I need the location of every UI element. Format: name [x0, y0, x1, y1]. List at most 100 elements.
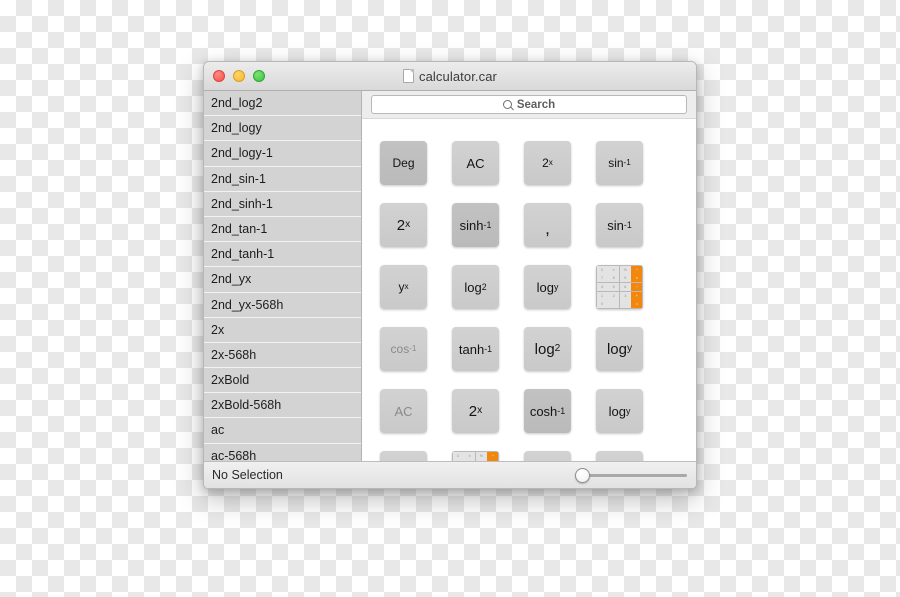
sidebar-item[interactable]: 2x	[204, 317, 361, 343]
asset-cell: C±%÷789×456−123+0.=	[596, 256, 668, 318]
asset-tanh-inv[interactable]: tanh -1	[452, 327, 499, 371]
asset-label: log	[606, 340, 627, 358]
sidebar-item[interactable]: 2xBold	[204, 368, 361, 394]
asset-cell: log y	[596, 380, 668, 442]
sidebar-item[interactable]: ac-568h	[204, 443, 361, 461]
sidebar-list[interactable]: 2nd_log2 2nd_logy 2nd_logy-1 2nd_sin-1 2nd_s…	[204, 91, 362, 461]
asset-cell: log 2	[524, 318, 596, 380]
asset-label: Deg	[392, 156, 415, 170]
keypad-key: 7	[596, 274, 608, 283]
asset-sin-inv[interactable]: sin -1	[596, 141, 643, 185]
asset-deg[interactable]: Deg	[380, 141, 427, 185]
asset-cell: cosh-1	[596, 442, 668, 461]
close-button[interactable]	[213, 70, 225, 82]
keypad-key: −	[631, 282, 643, 292]
asset-sin-inv-2[interactable]: sin -1	[596, 203, 643, 247]
sidebar-item[interactable]: 2x-568h	[204, 342, 361, 369]
window-titlebar: calculator.car	[204, 62, 696, 91]
asset-label: tanh	[458, 341, 485, 357]
asset-tan-inv[interactable]: tan-1	[380, 451, 427, 461]
keypad-key: C	[452, 451, 464, 460]
zoom-slider-knob[interactable]	[575, 467, 590, 483]
asset-label: 2	[542, 156, 549, 170]
keypad-key: 3	[619, 291, 631, 300]
asset-cell: AC	[452, 132, 524, 194]
keypad-key: %	[475, 451, 487, 460]
asset-cell: log y	[596, 318, 668, 380]
asset-cosh-inv-2[interactable]: cosh-1	[596, 451, 643, 461]
app-window: calculator.car 2nd_log2 2nd_logy 2nd_logy-…	[203, 61, 697, 489]
asset-cell: yx	[380, 256, 452, 318]
sidebar-item[interactable]: 2nd_tanh-1	[204, 242, 361, 268]
asset-cosh-inv[interactable]: cosh -1	[524, 389, 571, 433]
asset-comma[interactable]: ,	[524, 203, 571, 247]
asset-cell: tan-1	[380, 442, 452, 461]
asset-sinh-inv[interactable]: sinh -1	[452, 203, 499, 247]
asset-logy-large[interactable]: log y	[596, 327, 643, 371]
asset-cell: Deg	[380, 132, 452, 194]
content-pane: Search Deg AC 2 x sin -1 2 x sinh -1, sin -1 y x log 2 l…	[362, 91, 696, 461]
keypad-key: 9	[619, 274, 631, 283]
search-input[interactable]: Search	[371, 95, 687, 114]
search-placeholder: Search	[516, 98, 556, 111]
sidebar-item[interactable]: 2nd_tan-1	[204, 216, 361, 243]
asset-label: sinh	[459, 217, 484, 233]
asset-label: sin	[607, 217, 624, 233]
search-bar: Search	[362, 91, 696, 119]
asset-logy[interactable]: log y	[524, 265, 571, 309]
asset-cell: sin -1	[596, 194, 668, 256]
keypad-key: 8	[608, 274, 620, 283]
asset-cell: ,	[524, 194, 596, 256]
sidebar-item[interactable]: 2xBold-568h	[204, 393, 361, 419]
asset-label: cos	[390, 342, 410, 356]
sidebar-item[interactable]: 2nd_log2	[204, 91, 361, 117]
asset-2x-large[interactable]: 2x	[380, 203, 427, 247]
asset-ac[interactable]: AC	[452, 141, 499, 185]
sidebar-item[interactable]: ac	[204, 418, 361, 444]
asset-keypad-thumbnail-2[interactable]: C±%÷789×456−123+0.=	[452, 451, 499, 461]
window-body: 2nd_log2 2nd_logy 2nd_logy-1 2nd_sin-1 2nd_s…	[204, 91, 696, 461]
asset-cell: log 2	[452, 256, 524, 318]
asset-2x[interactable]: 2x	[524, 141, 571, 185]
search-icon	[502, 100, 512, 109]
sidebar-item[interactable]: 2nd_sinh-1	[204, 191, 361, 217]
asset-logy-2[interactable]: log y	[596, 389, 643, 433]
asset-label: 2	[396, 216, 406, 234]
asset-cell: 2x	[380, 194, 452, 256]
document-icon	[403, 69, 414, 83]
asset-2x-large-2[interactable]: 2x	[452, 389, 499, 433]
asset-cell: cos -1	[380, 318, 452, 380]
asset-cos-inv[interactable]: cos -1	[380, 327, 427, 371]
sidebar-item[interactable]: 2nd_sin-1	[204, 166, 361, 192]
asset-log2-large[interactable]: log 2	[524, 327, 571, 371]
sidebar-item[interactable]: 2nd_logy-1	[204, 141, 361, 167]
asset-yx[interactable]: yx	[380, 265, 427, 309]
sidebar-item[interactable]: 2nd_yx	[204, 267, 361, 293]
window-title: calculator.car	[419, 68, 497, 84]
keypad-key: C	[596, 265, 608, 274]
window-title-group: calculator.car	[403, 69, 497, 84]
traffic-light-group	[213, 70, 265, 82]
keypad-key: %	[619, 265, 631, 274]
asset-cell: sinh -1	[452, 194, 524, 256]
asset-cell: C±%÷789×456−123+0.=	[452, 442, 524, 461]
asset-keypad-thumbnail[interactable]: C ±% ÷ 7 8 9 × 4 5 6− 1 2 3 +0. =	[596, 265, 643, 309]
zoom-slider[interactable]	[575, 467, 687, 483]
minimize-button[interactable]	[233, 70, 245, 82]
keypad-key: +	[631, 291, 643, 300]
keypad-key: 5	[608, 282, 620, 292]
asset-ac-2[interactable]: AC	[524, 451, 571, 461]
asset-label: sin	[608, 156, 624, 170]
asset-log2[interactable]: log 2	[452, 265, 499, 309]
asset-label: log	[534, 340, 555, 358]
keypad-key: ±	[464, 451, 476, 460]
keypad-key: ±	[608, 265, 620, 274]
asset-cell: AC	[524, 442, 596, 461]
asset-ac-faded[interactable]: AC	[380, 389, 427, 433]
sidebar-item[interactable]: 2nd_yx-568h	[204, 292, 361, 318]
zoom-button[interactable]	[253, 70, 265, 82]
keypad-key: ÷	[631, 265, 643, 274]
sidebar-item[interactable]: 2nd_logy	[204, 116, 361, 142]
asset-label: log	[464, 279, 482, 295]
asset-label: log	[608, 403, 626, 419]
